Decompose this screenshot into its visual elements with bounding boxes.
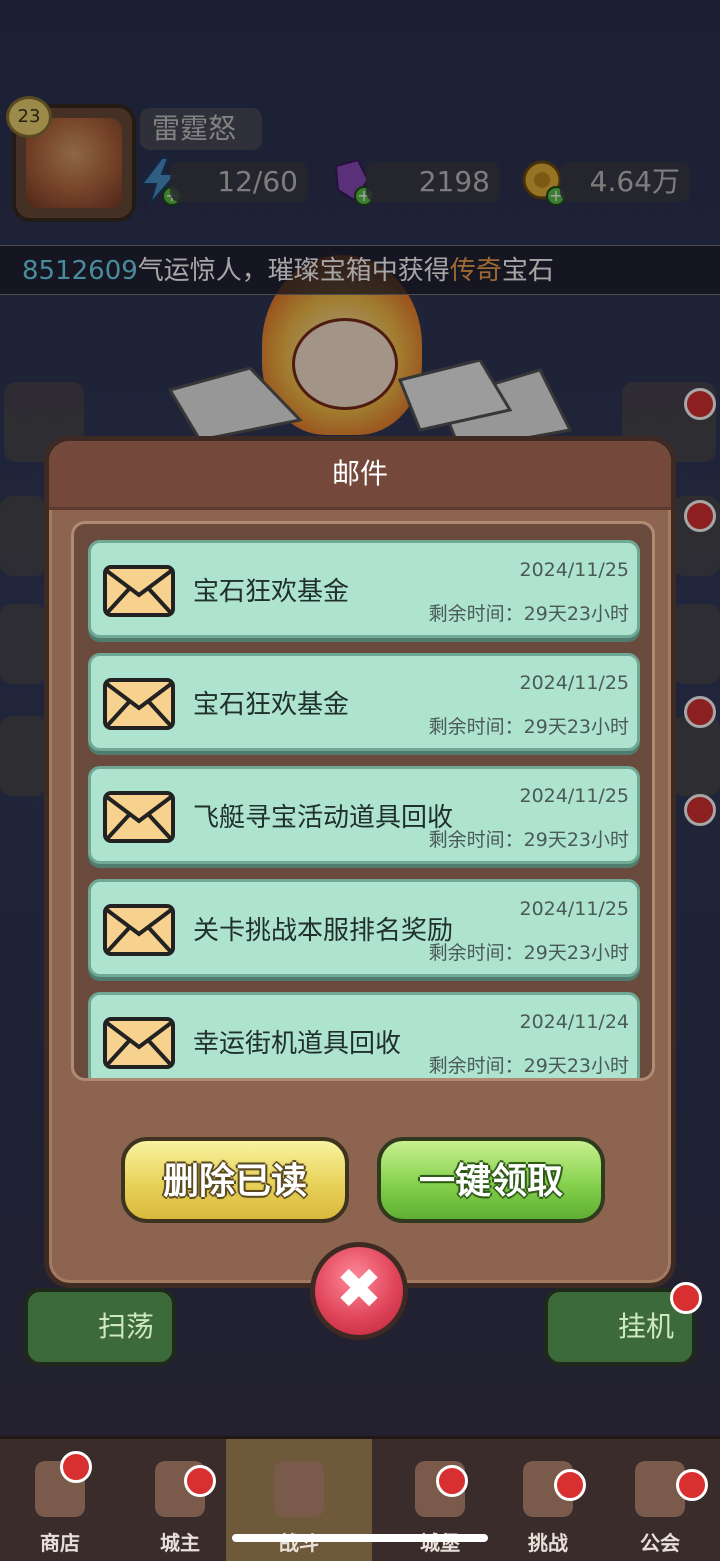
- notification-dot: [670, 1282, 702, 1314]
- close-icon: ✖: [335, 1257, 383, 1322]
- player-level-badge: 23: [6, 96, 52, 138]
- mail-remaining-time: 剩余时间：29天23小时: [428, 829, 629, 851]
- mail-title: 宝石狂欢基金: [193, 577, 350, 607]
- mail-date: 2024/11/25: [519, 898, 629, 920]
- mail-date: 2024/11/25: [519, 672, 629, 694]
- mail-date: 2024/11/25: [519, 559, 629, 581]
- notification-dot: [676, 1469, 708, 1501]
- bottom-nav: 商店 城主 战斗 城堡 挑战 公会: [0, 1436, 720, 1561]
- notification-dot: [60, 1451, 92, 1483]
- mail-title: 幸运街机道具回收: [193, 1029, 402, 1059]
- claim-all-button[interactable]: 一键领取: [377, 1137, 605, 1223]
- notification-dot: [554, 1469, 586, 1501]
- envelope-icon: [103, 565, 175, 617]
- notification-dot: [184, 1465, 216, 1497]
- envelope-icon: [103, 791, 175, 843]
- mail-date: 2024/11/25: [519, 785, 629, 807]
- mail-item[interactable]: 飞艇寻宝活动道具回收 2024/11/25 剩余时间：29天23小时: [88, 766, 640, 864]
- envelope-icon: [103, 904, 175, 956]
- mail-title: 飞艇寻宝活动道具回收: [193, 803, 454, 833]
- envelope-icon: [103, 1017, 175, 1069]
- mail-dialog: 邮件 宝石狂欢基金 2024/11/25 剩余时间：29天23小时 宝石狂欢基金…: [44, 436, 676, 1288]
- mail-remaining-time: 剩余时间：29天23小时: [428, 716, 629, 738]
- mail-item[interactable]: 关卡挑战本服排名奖励 2024/11/25 剩余时间：29天23小时: [88, 879, 640, 977]
- mail-title: 宝石狂欢基金: [193, 690, 350, 720]
- nav-challenge[interactable]: 挑战: [488, 1439, 608, 1561]
- close-dialog-button[interactable]: ✖: [310, 1242, 408, 1340]
- nav-guild-label: 公会: [640, 1531, 680, 1555]
- mail-item[interactable]: 幸运街机道具回收 2024/11/24 剩余时间：29天23小时: [88, 992, 640, 1078]
- mail-list[interactable]: 宝石狂欢基金 2024/11/25 剩余时间：29天23小时 宝石狂欢基金 20…: [71, 521, 655, 1081]
- nav-castle[interactable]: 城堡: [380, 1439, 500, 1561]
- nav-shop-label: 商店: [40, 1531, 80, 1555]
- home-indicator[interactable]: [232, 1534, 488, 1542]
- nav-lord[interactable]: 城主: [120, 1439, 240, 1561]
- nav-battle[interactable]: 战斗: [226, 1439, 372, 1561]
- mail-remaining-time: 剩余时间：29天23小时: [428, 603, 629, 625]
- nav-challenge-label: 挑战: [528, 1531, 568, 1555]
- mail-item[interactable]: 宝石狂欢基金 2024/11/25 剩余时间：29天23小时: [88, 653, 640, 751]
- dialog-title: 邮件: [331, 457, 388, 490]
- delete-read-button[interactable]: 删除已读: [121, 1137, 349, 1223]
- notification-dot: [436, 1465, 468, 1497]
- mail-remaining-time: 剩余时间：29天23小时: [428, 1055, 629, 1077]
- nav-shop[interactable]: 商店: [0, 1439, 120, 1561]
- crossed-swords-icon: [274, 1461, 324, 1517]
- idle-label: 挂机: [618, 1310, 675, 1343]
- nav-lord-label: 城主: [160, 1531, 200, 1555]
- sweep-button[interactable]: 扫荡: [24, 1288, 176, 1366]
- sweep-label: 扫荡: [98, 1310, 155, 1343]
- envelope-icon: [103, 678, 175, 730]
- mail-item[interactable]: 宝石狂欢基金 2024/11/25 剩余时间：29天23小时: [88, 540, 640, 638]
- nav-guild[interactable]: 公会: [600, 1439, 720, 1561]
- mail-remaining-time: 剩余时间：29天23小时: [428, 942, 629, 964]
- mail-title: 关卡挑战本服排名奖励: [193, 916, 454, 946]
- mail-date: 2024/11/24: [519, 1011, 629, 1033]
